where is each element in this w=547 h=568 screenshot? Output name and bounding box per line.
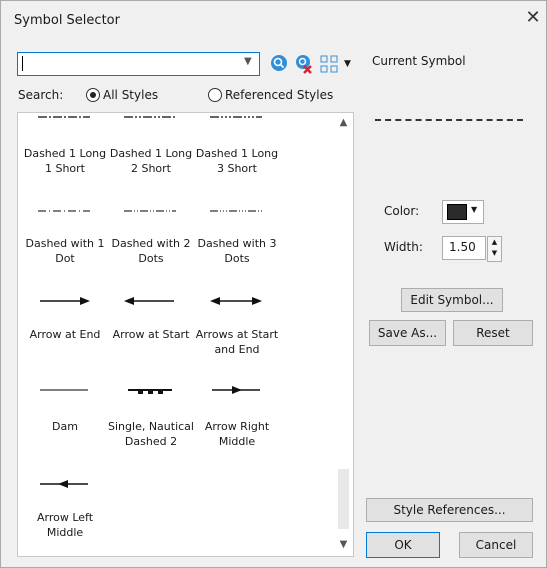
- symbol-preview: [210, 116, 262, 118]
- width-input[interactable]: 1.50: [442, 236, 486, 260]
- arrow-left-icon: [124, 297, 174, 305]
- symbol-preview: [128, 389, 172, 394]
- style-references-button[interactable]: Style References...: [366, 498, 533, 522]
- symbol-item[interactable]: Dam: [21, 419, 109, 434]
- symbol-item[interactable]: Dashed with 3 Dots: [193, 236, 281, 266]
- color-swatch: [447, 204, 467, 220]
- scroll-up-icon[interactable]: ▲: [335, 117, 352, 128]
- width-stepper[interactable]: ▲ ▼: [487, 236, 502, 262]
- gallery-scrollbar[interactable]: ▲ ▼: [335, 113, 352, 556]
- symbol-item[interactable]: Arrow Right Middle: [193, 419, 281, 449]
- symbol-item[interactable]: Arrow at End: [21, 327, 109, 342]
- symbol-item[interactable]: Arrow at Start: [107, 327, 195, 342]
- arrow-double-icon: [210, 297, 262, 305]
- chevron-down-icon[interactable]: ▼: [244, 56, 252, 67]
- color-picker-button[interactable]: ▼: [442, 200, 484, 224]
- arrow-left-middle-icon: [40, 480, 88, 488]
- symbol-gallery[interactable]: Dashed 1 Long 1 Short Dashed 1 Long 2 Shor…: [17, 112, 354, 557]
- symbol-item[interactable]: Dashed with 1 Dot: [21, 236, 109, 266]
- symbol-item[interactable]: Single, Nautical Dashed 2: [107, 419, 195, 449]
- symbol-preview: [124, 210, 176, 212]
- current-symbol-heading: Current Symbol: [372, 54, 466, 68]
- radio-all-styles-label[interactable]: All Styles: [103, 88, 158, 102]
- symbol-item[interactable]: Arrows at Start and End: [193, 327, 281, 357]
- ok-button[interactable]: OK: [366, 532, 440, 558]
- search-label: Search:: [18, 88, 64, 102]
- cancel-button[interactable]: Cancel: [459, 532, 533, 558]
- current-symbol-preview: [375, 119, 523, 121]
- clear-search-icon[interactable]: [294, 54, 314, 74]
- grid-view-icon[interactable]: [320, 55, 340, 73]
- close-icon[interactable]: ✕: [523, 8, 543, 28]
- chevron-down-icon: ▼: [471, 205, 478, 214]
- symbol-preview: [210, 210, 262, 212]
- dialog-title: Symbol Selector: [14, 13, 120, 28]
- color-label: Color:: [384, 204, 420, 218]
- symbol-item[interactable]: Dashed 1 Long 2 Short: [107, 146, 195, 176]
- symbol-item[interactable]: Arrow Left Middle: [21, 510, 109, 540]
- symbol-preview: [124, 116, 176, 118]
- radio-referenced-styles[interactable]: [208, 88, 222, 102]
- arrow-right-icon: [40, 297, 90, 305]
- view-options-chevron-icon[interactable]: ▼: [344, 59, 351, 69]
- search-icon[interactable]: [270, 54, 290, 74]
- arrow-right-middle-icon: [212, 386, 260, 394]
- scrollbar-thumb[interactable]: [338, 469, 349, 529]
- search-input[interactable]: ▼: [17, 52, 260, 76]
- scroll-down-icon[interactable]: ▼: [335, 539, 352, 550]
- width-label: Width:: [384, 240, 423, 254]
- stepper-down-icon[interactable]: ▼: [488, 248, 501, 259]
- symbol-preview: [38, 210, 90, 212]
- symbol-preview: [40, 389, 88, 391]
- stepper-up-icon[interactable]: ▲: [488, 237, 501, 248]
- text-caret: [22, 56, 23, 71]
- symbol-item[interactable]: Dashed 1 Long 3 Short: [193, 146, 281, 176]
- reset-button[interactable]: Reset: [453, 320, 533, 346]
- symbol-preview: [38, 116, 90, 118]
- radio-referenced-styles-label[interactable]: Referenced Styles: [225, 88, 333, 102]
- edit-symbol-button[interactable]: Edit Symbol...: [401, 288, 503, 312]
- symbol-item[interactable]: Dashed 1 Long 1 Short: [21, 146, 109, 176]
- symbol-item[interactable]: Dashed with 2 Dots: [107, 236, 195, 266]
- width-value: 1.50: [449, 240, 476, 254]
- radio-all-styles[interactable]: [86, 88, 100, 102]
- save-as-button[interactable]: Save As...: [369, 320, 446, 346]
